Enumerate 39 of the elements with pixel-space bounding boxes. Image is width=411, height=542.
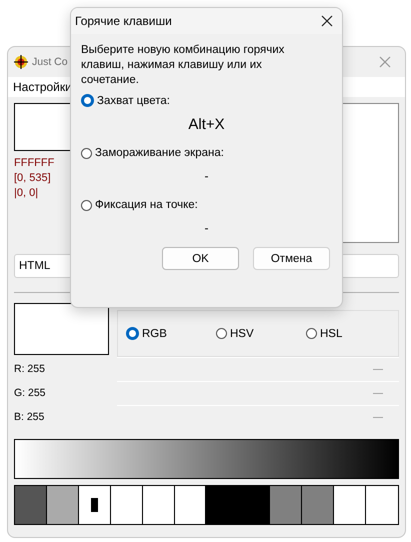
palette-swatch[interactable] (174, 486, 206, 524)
palette-swatch[interactable] (334, 486, 366, 524)
offset-value: |0, 0| (14, 186, 40, 201)
close-icon[interactable] (321, 15, 333, 27)
hex-value: FFFFFF (14, 156, 56, 171)
channel-label: G: 255 (14, 387, 47, 399)
menu-item[interactable]: Настройки (13, 80, 72, 94)
crosshair-icon (14, 55, 28, 69)
hotkey-value: - (204, 169, 208, 183)
palette-swatch[interactable] (302, 486, 334, 524)
palette-swatch[interactable] (270, 486, 302, 524)
hotkey-radio[interactable]: Фиксация на точке: (81, 199, 332, 211)
dialog-title: Горячие клавиши (75, 14, 172, 28)
palette-swatch[interactable] (206, 486, 270, 524)
palette-swatch[interactable] (46, 486, 79, 524)
hotkey-value: - (204, 221, 208, 235)
color-model-radio[interactable]: HSL (306, 328, 396, 340)
hotkey-radio[interactable]: Замораживание экрана: (81, 147, 332, 159)
channel-reading: — (373, 364, 383, 374)
color-model-radio[interactable]: HSV (216, 328, 306, 340)
channel-label: R: 255 (14, 363, 46, 375)
dialog-button[interactable]: Отмена (253, 247, 330, 270)
palette-swatch[interactable] (78, 486, 111, 524)
cursor-position: [0, 535] (14, 171, 52, 186)
channel-reading: — (373, 412, 383, 422)
dialog-button[interactable]: OK (162, 247, 239, 270)
color-model-radio[interactable]: RGB (126, 327, 216, 340)
palette-swatch[interactable] (110, 486, 143, 524)
window-title: Just Co (32, 56, 68, 68)
palette-swatch[interactable] (366, 486, 398, 524)
hotkey-value: Alt+X (188, 116, 225, 132)
channel-reading: — (373, 388, 383, 398)
channel-label: B: 255 (14, 411, 46, 423)
instruction-text: Выберите новую комбинацию горячих клавиш, нажимая клавишу или их сочетание. (81, 43, 286, 88)
hotkey-radio[interactable]: Захват цвета: (81, 94, 332, 107)
palette-swatch[interactable] (142, 486, 175, 524)
palette-swatch[interactable] (15, 486, 47, 524)
selection-marker (90, 498, 98, 512)
gradient-bar[interactable] (14, 439, 399, 479)
